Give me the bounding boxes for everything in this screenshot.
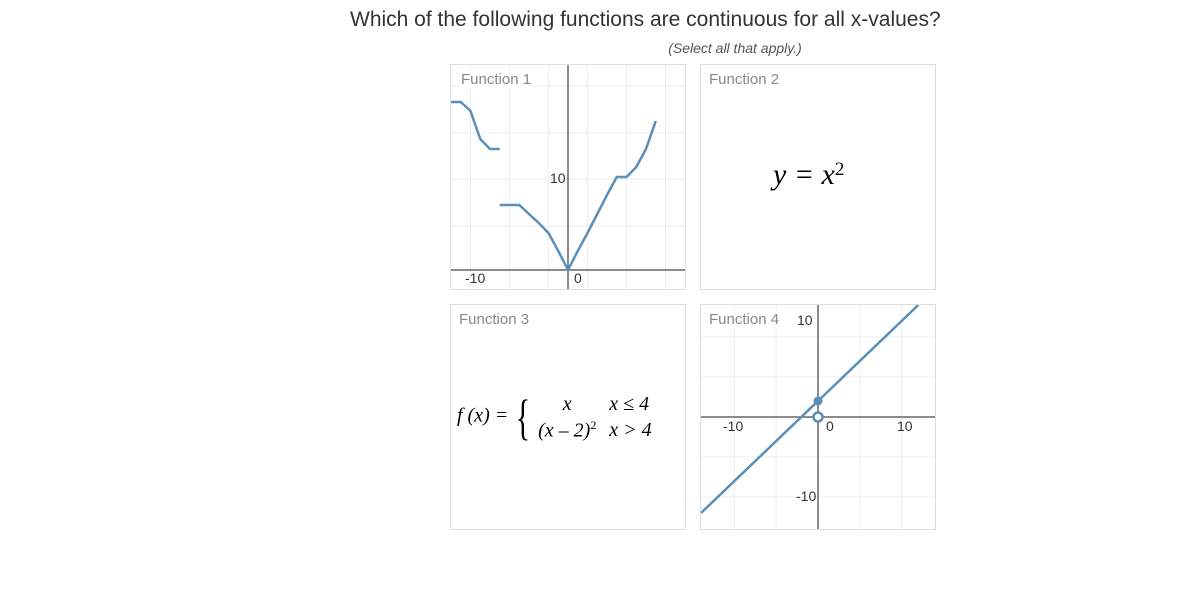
function-1-graph: -10 0 10 (451, 65, 685, 289)
option-label: Function 3 (459, 311, 529, 328)
option-function-2[interactable]: Function 2 y = x2 (700, 64, 936, 290)
svg-text:0: 0 (826, 418, 834, 434)
function-3-formula: f (x) = { x x ≤ 4 (x – 2)2 x > 4 (457, 391, 659, 443)
question-text: Which of the following functions are con… (350, 8, 1200, 32)
svg-text:-10: -10 (723, 418, 743, 434)
svg-text:-10: -10 (465, 270, 485, 286)
svg-text:10: 10 (550, 170, 566, 186)
option-function-1[interactable]: Function 1 (450, 64, 686, 290)
svg-text:10: 10 (897, 418, 913, 434)
svg-text:0: 0 (574, 270, 582, 286)
option-label: Function 4 (707, 311, 781, 328)
options-grid: Function 1 (450, 64, 936, 530)
option-function-3[interactable]: Function 3 f (x) = { x x ≤ 4 (x – 2)2 x … (450, 304, 686, 530)
option-function-4[interactable]: Function 4 -10 0 10 (700, 304, 936, 530)
svg-text:10: 10 (797, 312, 813, 328)
option-label: Function 2 (709, 71, 779, 88)
function-2-formula: y = x2 (773, 157, 844, 192)
svg-text:-10: -10 (796, 488, 816, 504)
function-4-graph: -10 0 10 -10 10 (701, 305, 935, 529)
option-label: Function 1 (459, 71, 533, 88)
instruction-text: (Select all that apply.) (450, 40, 1020, 56)
